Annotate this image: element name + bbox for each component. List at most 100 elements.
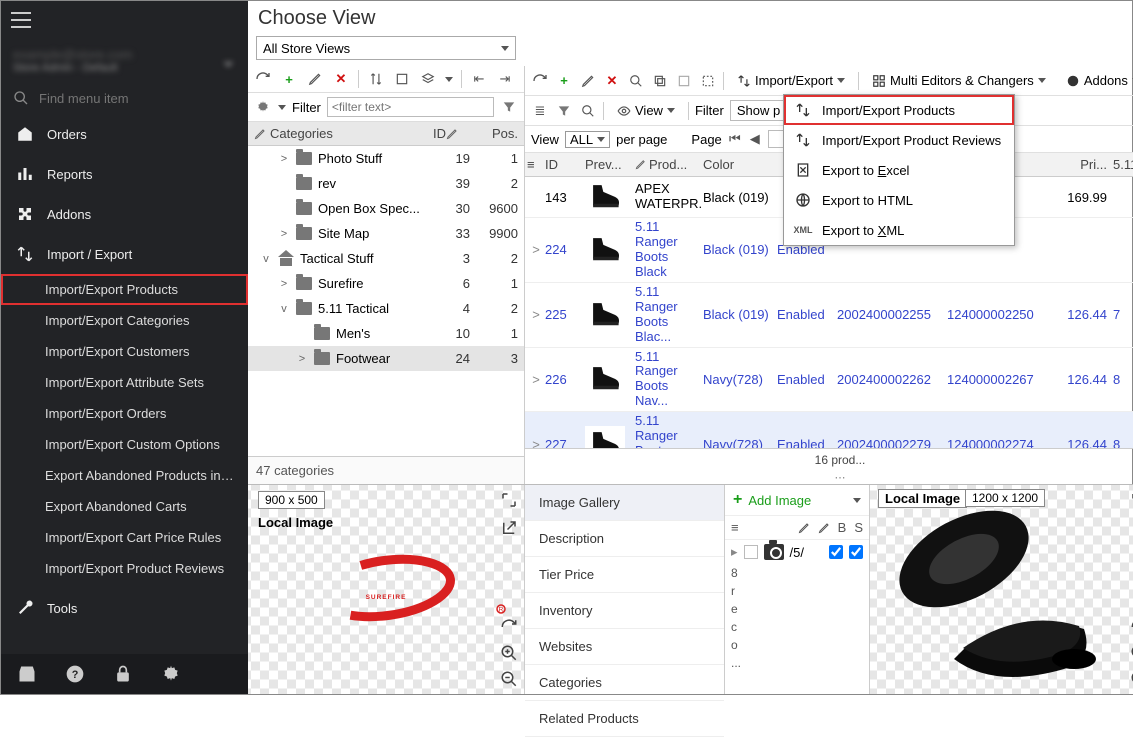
expand-toggle[interactable]: >: [296, 353, 308, 365]
delete-icon[interactable]: ✕: [603, 72, 621, 90]
indent-left-icon[interactable]: ⇤: [470, 70, 488, 88]
indent-right-icon[interactable]: ⇥: [496, 70, 514, 88]
search-input[interactable]: [39, 91, 215, 106]
tab-inventory[interactable]: Inventory: [525, 593, 724, 629]
tab-related-products[interactable]: Related Products: [525, 701, 724, 737]
tab-websites[interactable]: Websites: [525, 629, 724, 665]
nav-orders[interactable]: Orders: [1, 114, 248, 154]
category-row[interactable]: >Surefire61: [248, 271, 524, 296]
page-prev-icon[interactable]: ◀: [748, 132, 762, 146]
dd-export-html[interactable]: Export to HTML: [784, 185, 1014, 215]
checkbox-s[interactable]: [849, 545, 863, 559]
expand-toggle[interactable]: >: [527, 242, 545, 257]
category-row[interactable]: rev392: [248, 171, 524, 196]
caret-down-icon[interactable]: [853, 498, 861, 503]
pencil-icon[interactable]: [798, 522, 810, 534]
category-row[interactable]: >Site Map339900: [248, 221, 524, 246]
category-row[interactable]: v5.11 Tactical42: [248, 296, 524, 321]
external-link-icon[interactable]: [500, 519, 518, 537]
expand-toggle[interactable]: >: [527, 372, 545, 387]
tab-description[interactable]: Description: [525, 521, 724, 557]
caret-down-icon[interactable]: [278, 105, 286, 110]
dashed-square-icon[interactable]: [699, 72, 717, 90]
layers-icon[interactable]: [419, 70, 437, 88]
addons-button[interactable]: Addons: [1059, 70, 1133, 91]
nav-addons[interactable]: Addons: [1, 194, 248, 234]
category-row[interactable]: Men's101: [248, 321, 524, 346]
category-row[interactable]: Open Box Spec...309600: [248, 196, 524, 221]
expand-icon[interactable]: [500, 491, 518, 509]
sidebar-sub-import-reviews[interactable]: Import/Export Product Reviews: [1, 553, 248, 584]
product-row[interactable]: >2275.11 Ranger Boots Nav...Navy(728)Ena…: [525, 412, 1133, 448]
multi-editors-button[interactable]: Multi Editors & Changers: [865, 70, 1053, 91]
filter-input[interactable]: [327, 97, 494, 117]
category-row[interactable]: >Footwear243: [248, 346, 524, 371]
zoom-out-icon[interactable]: [500, 670, 518, 688]
per-page-selector[interactable]: ALL: [565, 131, 610, 148]
filter-icon[interactable]: [555, 102, 573, 120]
updown-icon[interactable]: [367, 70, 385, 88]
sidebar-sub-import-products[interactable]: Import/Export Products: [1, 274, 248, 305]
columns-icon[interactable]: ≣: [531, 102, 549, 120]
pencil-icon[interactable]: [818, 522, 830, 534]
crop-icon[interactable]: [393, 70, 411, 88]
checkbox-b[interactable]: [829, 545, 843, 559]
show-products-button[interactable]: Show p: [730, 100, 787, 121]
col-b[interactable]: B: [838, 520, 847, 535]
tab-tier-price[interactable]: Tier Price: [525, 557, 724, 593]
nav-import-export[interactable]: Import / Export: [1, 234, 248, 274]
view-button[interactable]: View: [610, 100, 682, 121]
edit-icon[interactable]: [306, 70, 324, 88]
expand-toggle[interactable]: >: [278, 153, 290, 165]
dd-import-products[interactable]: Import/Export Products: [784, 95, 1014, 125]
nav-reports[interactable]: Reports: [1, 154, 248, 194]
store-icon[interactable]: [17, 664, 37, 684]
sidebar-sub-import-custom-options[interactable]: Import/Export Custom Options: [1, 429, 248, 460]
add-icon[interactable]: +: [280, 70, 298, 88]
sidebar-sub-import-categories[interactable]: Import/Export Categories: [1, 305, 248, 336]
sidebar-sub-export-abandoned-products[interactable]: Export Abandoned Products in C...: [1, 460, 248, 491]
expand-toggle[interactable]: >: [278, 278, 290, 290]
gallery-row[interactable]: ▸ /5/: [725, 540, 869, 564]
copy-icon[interactable]: [651, 72, 669, 90]
zoom-in-icon[interactable]: [500, 644, 518, 662]
col-s[interactable]: S: [854, 520, 863, 535]
expand-toggle[interactable]: >: [527, 307, 545, 322]
find-icon[interactable]: [579, 102, 597, 120]
search-icon[interactable]: [627, 72, 645, 90]
gear-icon[interactable]: [161, 664, 181, 684]
tab-categories[interactable]: Categories: [525, 665, 724, 701]
lock-icon[interactable]: [113, 664, 133, 684]
sidebar-sub-import-customers[interactable]: Import/Export Customers: [1, 336, 248, 367]
dd-export-excel[interactable]: Export to Excel: [784, 155, 1014, 185]
import-export-button[interactable]: Import/Export: [730, 70, 852, 91]
expand-toggle[interactable]: v: [278, 303, 290, 315]
add-icon[interactable]: +: [555, 72, 573, 90]
sidebar-sub-import-cart-rules[interactable]: Import/Export Cart Price Rules: [1, 522, 248, 553]
refresh-icon[interactable]: [500, 618, 518, 636]
sidebar-sub-import-attrsets[interactable]: Import/Export Attribute Sets: [1, 367, 248, 398]
menu-icon[interactable]: ≡: [731, 520, 739, 535]
gear-icon[interactable]: [254, 98, 272, 116]
page-first-icon[interactable]: ⏮: [728, 132, 742, 146]
refresh-icon[interactable]: [254, 70, 272, 88]
dd-import-reviews[interactable]: Import/Export Product Reviews: [784, 125, 1014, 155]
dd-export-xml[interactable]: XML Export to XML: [784, 215, 1014, 245]
account-row[interactable]: example@store.com Store Admin - Default …: [1, 39, 248, 82]
store-selector[interactable]: All Store Views: [256, 36, 516, 60]
category-row[interactable]: >Photo Stuff191: [248, 146, 524, 171]
funnel-icon[interactable]: [500, 98, 518, 116]
refresh-icon[interactable]: [531, 72, 549, 90]
delete-icon[interactable]: ✕: [332, 70, 350, 88]
category-row[interactable]: vTactical Stuff32: [248, 246, 524, 271]
tab-image-gallery[interactable]: Image Gallery: [525, 485, 724, 521]
hamburger-icon[interactable]: [11, 12, 31, 28]
sidebar-sub-export-abandoned-carts[interactable]: Export Abandoned Carts: [1, 491, 248, 522]
product-row[interactable]: >2255.11 Ranger Boots Blac...Black (019)…: [525, 283, 1133, 348]
expand-toggle[interactable]: >: [278, 228, 290, 240]
sidebar-sub-import-orders[interactable]: Import/Export Orders: [1, 398, 248, 429]
category-tree[interactable]: >Photo Stuff191rev392Open Box Spec...309…: [248, 146, 524, 456]
nav-tools[interactable]: Tools: [1, 588, 248, 628]
edit-icon[interactable]: [579, 72, 597, 90]
caret-down-icon[interactable]: [445, 77, 453, 82]
